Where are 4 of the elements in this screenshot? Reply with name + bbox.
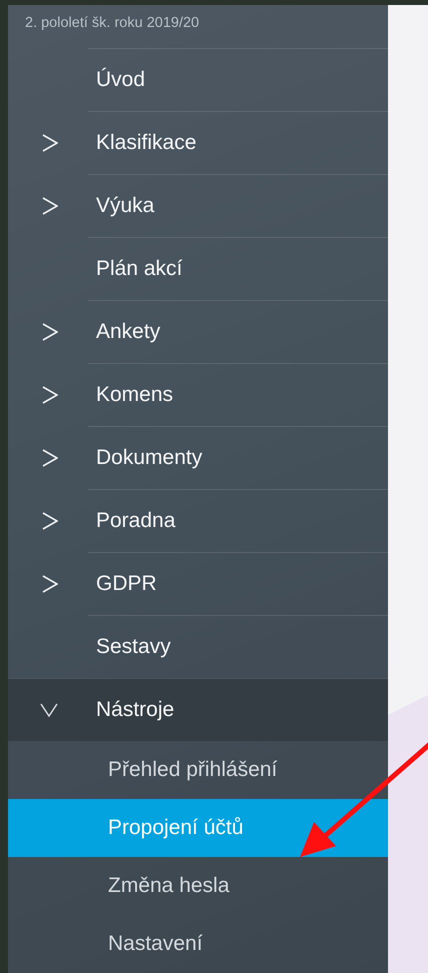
submenu-item[interactable]: Přehled přihlášení: [8, 741, 388, 799]
submenu-item[interactable]: Nastavení: [8, 915, 388, 973]
submenu-item[interactable]: Změna hesla: [8, 857, 388, 915]
term-label: 2. pololetí šk. roku 2019/20: [24, 14, 200, 32]
